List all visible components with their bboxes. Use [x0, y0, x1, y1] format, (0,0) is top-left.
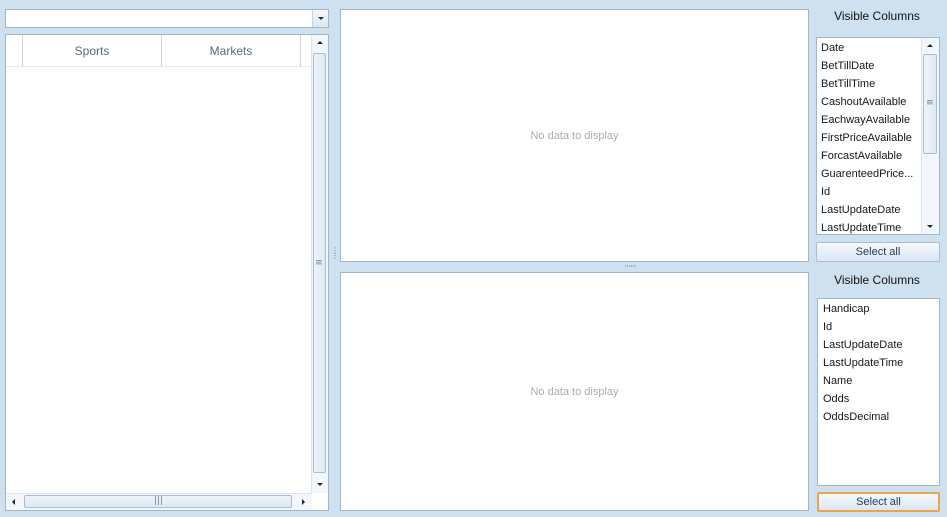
column-list-item[interactable]: LastUpdateDate	[819, 336, 903, 354]
horizontal-splitter[interactable]: ······	[600, 263, 660, 272]
combo-dropdown-button[interactable]	[312, 10, 328, 27]
bottom-grid[interactable]: No data to display	[340, 272, 809, 511]
scroll-up-button[interactable]	[922, 38, 938, 54]
grip-icon: ≡	[926, 98, 934, 108]
tree-header: Sports Markets	[6, 35, 312, 67]
column-list-item[interactable]: Id	[817, 183, 913, 201]
scroll-down-button[interactable]	[312, 476, 328, 492]
column-list-item[interactable]: LastUpdateTime	[817, 219, 913, 234]
top-grid-empty-text: No data to display	[530, 129, 619, 142]
bottom-grid-empty-text: No data to display	[530, 385, 619, 398]
horizontal-scroll-thumb[interactable]: |||	[24, 495, 292, 508]
vertical-splitter[interactable]: ⋮ ⋮	[331, 247, 339, 268]
column-separator	[300, 35, 301, 67]
column-list-item[interactable]: OddsDecimal	[819, 408, 903, 426]
column-list-item[interactable]: ForcastAvailable	[817, 147, 913, 165]
scroll-up-button[interactable]	[312, 35, 328, 51]
tree-horizontal-scrollbar[interactable]: |||	[6, 493, 312, 510]
arrow-down-icon	[317, 483, 323, 486]
top-grid[interactable]: No data to display	[340, 9, 809, 262]
column-list-item[interactable]: Date	[817, 39, 913, 57]
column-list-item[interactable]: EachwayAvailable	[817, 111, 913, 129]
navigator-combo[interactable]	[5, 9, 329, 28]
chevron-down-icon	[318, 17, 324, 20]
scroll-left-button[interactable]	[6, 494, 22, 510]
column-list-item[interactable]: LastUpdateTime	[819, 354, 903, 372]
column-header-markets[interactable]: Markets	[162, 35, 300, 67]
column-list-item[interactable]: FirstPriceAvailable	[817, 129, 913, 147]
column-list-item[interactable]: Name	[819, 372, 903, 390]
column-header-sports[interactable]: Sports	[23, 35, 161, 67]
select-all-button-top[interactable]: Select all	[816, 242, 940, 262]
arrow-down-icon	[927, 225, 933, 228]
select-all-button-bottom[interactable]: Select all	[817, 492, 940, 512]
grip-icon: |||	[154, 496, 164, 506]
top-columns-title: Visible Columns	[834, 9, 920, 23]
top-columns-list[interactable]: Date BetTillDate BetTillTime CashoutAvailab…	[816, 37, 940, 235]
bottom-columns-list[interactable]: Handicap Id LastUpdateDate LastUpdateTime Na…	[817, 298, 940, 486]
vertical-scroll-thumb[interactable]: ≡	[313, 53, 326, 473]
column-list-item[interactable]: Handicap	[819, 300, 903, 318]
arrow-up-icon	[927, 44, 933, 47]
navigator-tree[interactable]: Sports Markets ≡ |||	[5, 34, 329, 511]
arrow-up-icon	[317, 41, 323, 44]
column-list-item[interactable]: LastUpdateDate	[817, 201, 913, 219]
scroll-down-button[interactable]	[922, 218, 938, 234]
top-columns-scrollbar[interactable]: ≡	[921, 38, 939, 234]
arrow-right-icon	[302, 499, 305, 505]
tree-vertical-scrollbar[interactable]: ≡	[311, 35, 328, 493]
bottom-columns-title: Visible Columns	[834, 273, 920, 287]
arrow-left-icon	[12, 499, 15, 505]
column-list-item[interactable]: Odds	[819, 390, 903, 408]
column-list-item[interactable]: GuarenteedPrice...	[817, 165, 913, 183]
column-list-item[interactable]: BetTillDate	[817, 57, 913, 75]
column-list-item[interactable]: BetTillTime	[817, 75, 913, 93]
scroll-right-button[interactable]	[295, 494, 311, 510]
column-list-item[interactable]: Id	[819, 318, 903, 336]
top-columns-scroll-thumb[interactable]: ≡	[923, 54, 937, 154]
grip-icon: ≡	[315, 258, 323, 268]
column-list-item[interactable]: CashoutAvailable	[817, 93, 913, 111]
